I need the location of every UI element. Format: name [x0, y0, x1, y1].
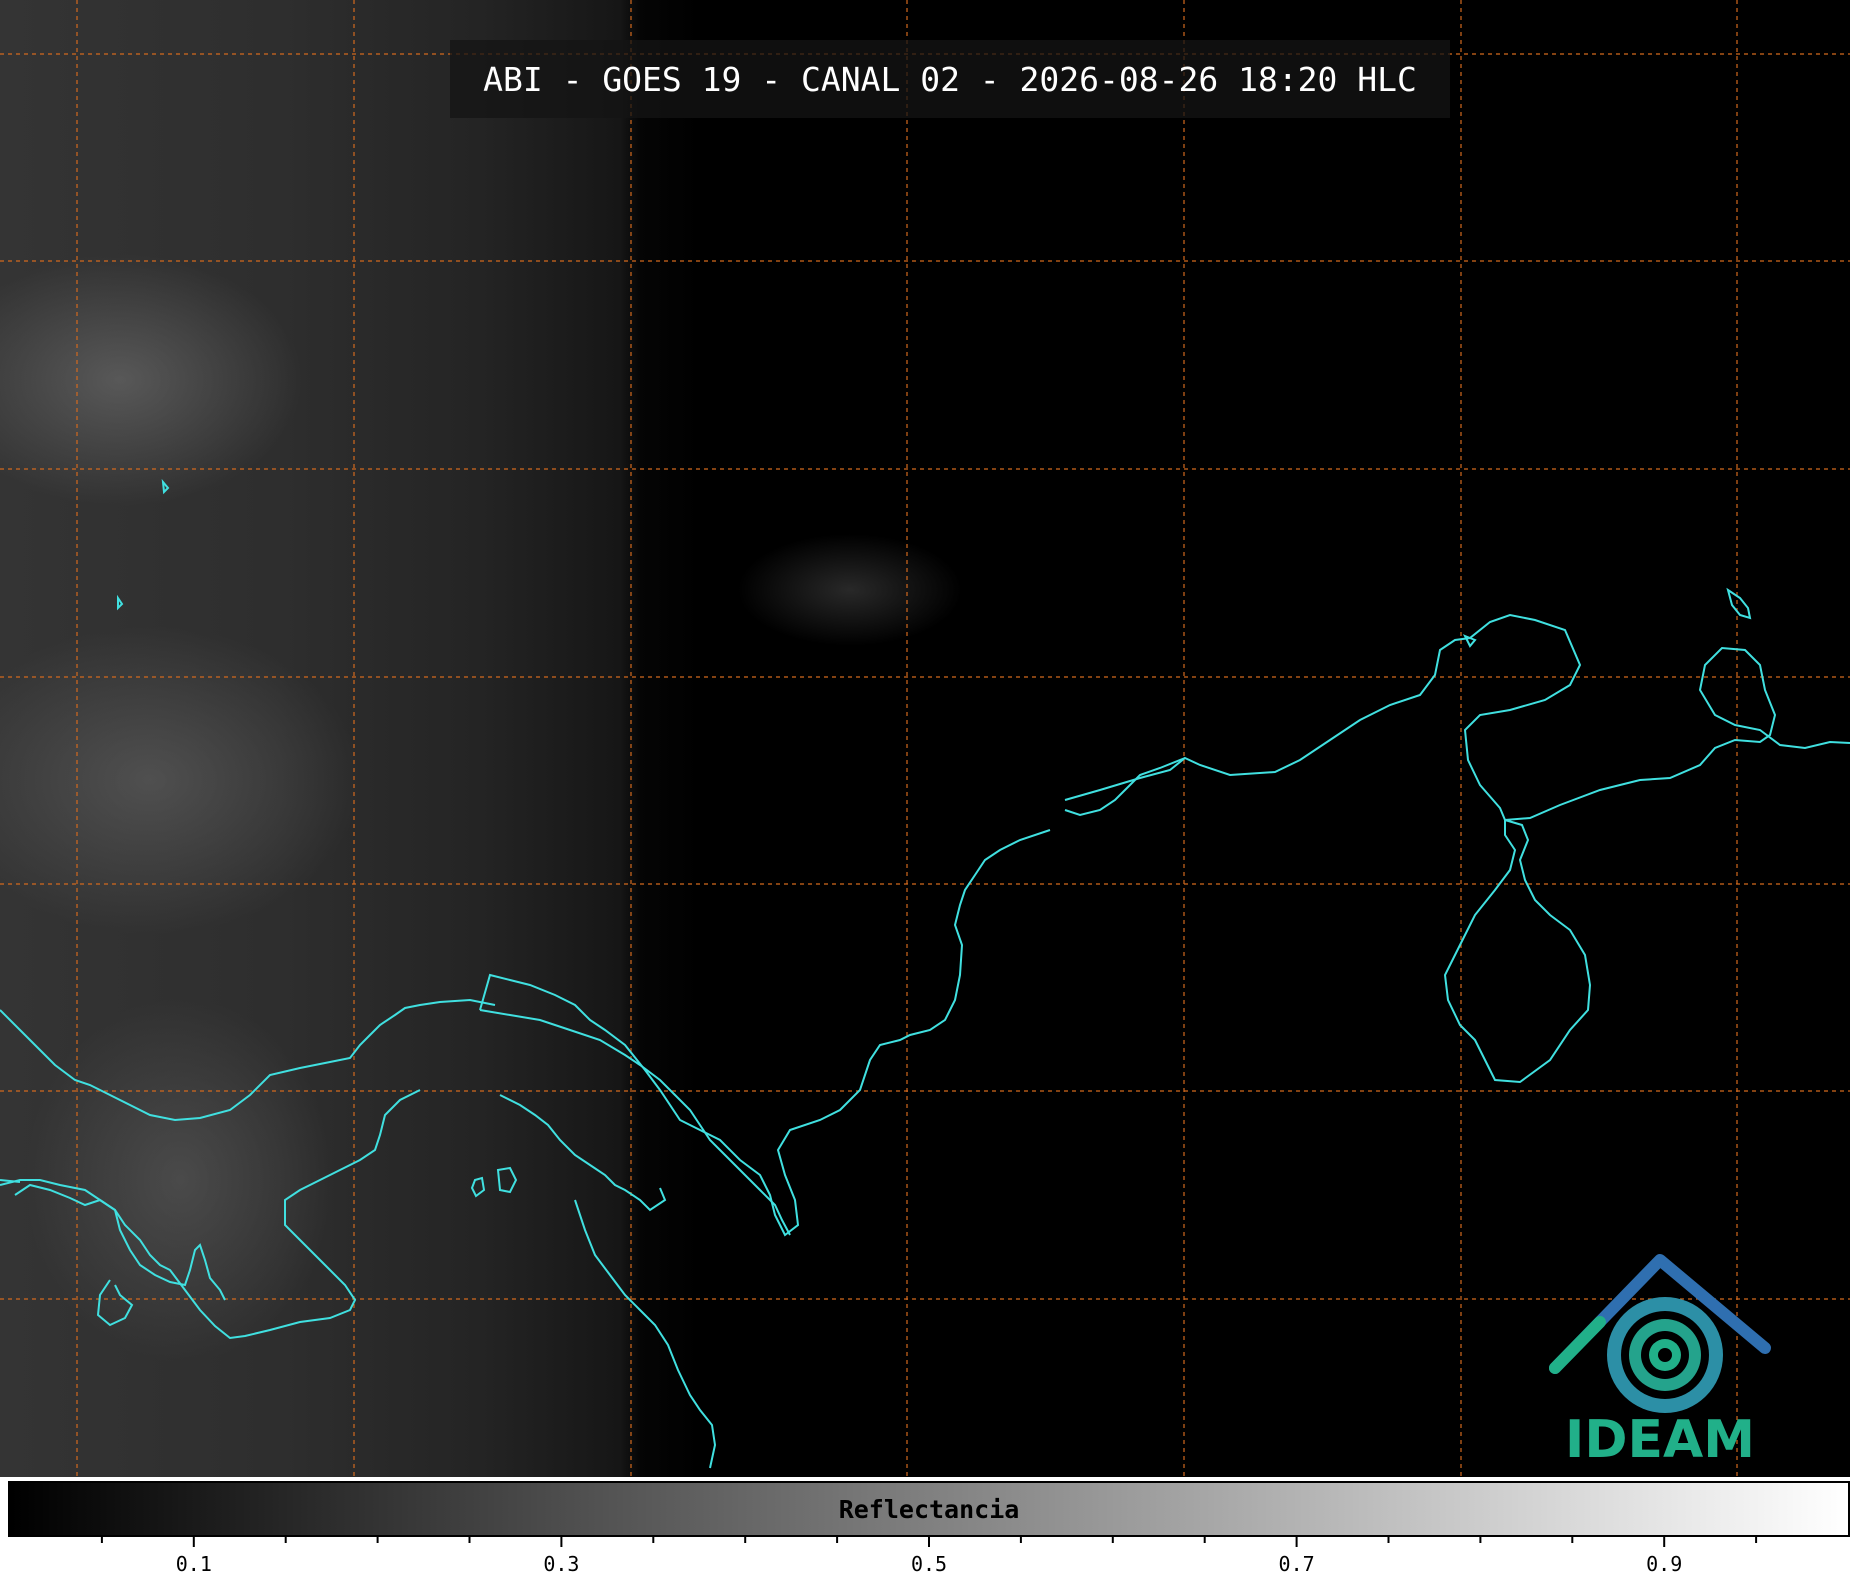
coastline-costa-rica: [0, 1179, 226, 1327]
colorbar: Reflectancia: [8, 1481, 1850, 1537]
coastline-small-islands: [117, 478, 1477, 648]
coastline-panama: [0, 998, 791, 1340]
map-title: ABI - GOES 19 - CANAL 02 - 2026-08-26 18…: [483, 59, 1417, 99]
colorbar-tick-label: 0.1: [175, 1552, 212, 1576]
coastline-colombia-caribbean: [479, 757, 1186, 1237]
ideam-logo-text: IDEAM: [1564, 1410, 1756, 1470]
coastline-venezuela: [1064, 613, 1850, 822]
colorbar-tick-label: 0.9: [1646, 1552, 1683, 1576]
coastline-lake-maracaibo: [1443, 818, 1592, 1084]
colorbar-tick-label: 0.5: [910, 1552, 948, 1576]
satellite-image: ABI - GOES 19 - CANAL 02 - 2026-08-26 18…: [0, 0, 1850, 1477]
title-box: ABI - GOES 19 - CANAL 02 - 2026-08-26 18…: [450, 40, 1450, 118]
colorbar-tick-label: 0.7: [1278, 1552, 1315, 1576]
colorbar-tick-label: 0.3: [543, 1552, 580, 1576]
satellite-figure: ABI - GOES 19 - CANAL 02 - 2026-08-26 18…: [0, 0, 1850, 1577]
coastline-panama-pacific: [499, 1094, 717, 1469]
colorbar-label: Reflectancia: [838, 1494, 1020, 1524]
coastline-aruba-curacao: [1726, 587, 1752, 620]
coastline-pearl-islands: [470, 1166, 518, 1198]
colorbar-ticks: [100, 1535, 1758, 1547]
